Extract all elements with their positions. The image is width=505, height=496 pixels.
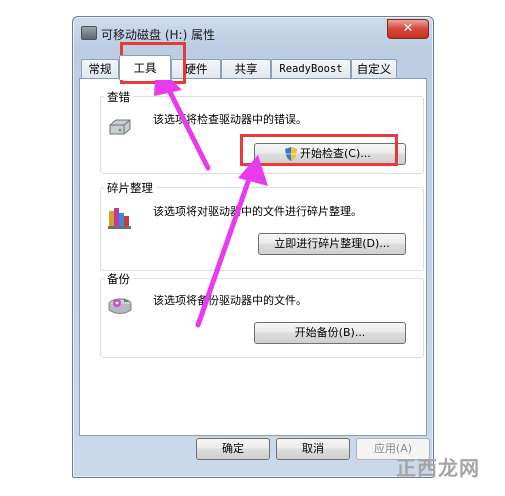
tab-tools[interactable]: 工具 xyxy=(119,55,171,80)
annotation-arrows xyxy=(154,64,268,328)
arrow-to-check-button xyxy=(195,155,268,328)
watermark-logo: 正西龙网 xyxy=(396,456,480,480)
